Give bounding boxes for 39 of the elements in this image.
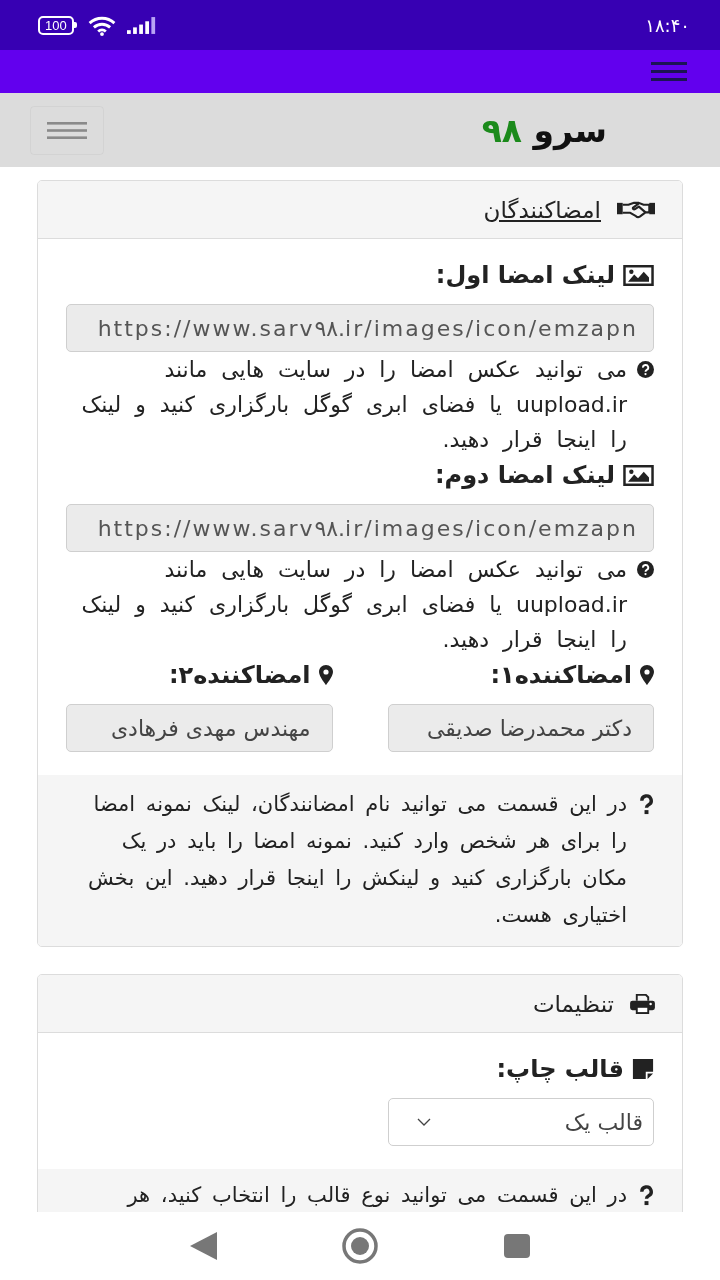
note-text: در این قسمت می توانید نوع قالب را انتخاب کنید، هر <box>125 1182 627 1209</box>
image-icon <box>623 464 654 486</box>
name-field[interactable]: دکتر محمدرضا صدیقی <box>387 704 654 752</box>
clock-time: ۱۸:۴۰ <box>645 14 690 36</box>
field-label: لینک امضا اول: <box>435 261 615 289</box>
logo-link[interactable]: سرو ۹۸ <box>481 110 607 150</box>
handshake-icon <box>617 200 655 219</box>
field-label: امضاکننده۱: <box>490 661 632 689</box>
field-label: امضاکننده۲: <box>168 661 311 689</box>
pin-icon <box>640 665 654 685</box>
pin-icon <box>318 665 333 685</box>
url-field[interactable]: https://www.sarv۹۸.ir/images/icon/emzapn <box>66 304 654 352</box>
card-title: تنظیمات <box>532 990 614 1017</box>
printer-icon <box>630 993 655 1014</box>
menu-button[interactable] <box>30 105 104 155</box>
chevron-icon <box>416 1118 431 1126</box>
wifi-icon <box>86 14 117 36</box>
back-icon[interactable] <box>189 1232 217 1260</box>
template-select[interactable]: قالب یک <box>387 1098 654 1146</box>
question-icon <box>639 794 654 815</box>
card-title-link[interactable]: امضاکنندگان <box>483 196 601 223</box>
image-icon <box>623 264 654 286</box>
help-text: می توانید عکس امضا را در سایت هایی مانند uupload.ir یا فضای ابری گوگل بارگزاری کنید و لینک را اینجا قرار دهید. <box>80 356 627 454</box>
question-circle-icon <box>637 361 654 378</box>
field-label: قالب چاپ: <box>496 1055 624 1083</box>
signal-icon <box>126 16 157 34</box>
url-field[interactable]: https://www.sarv۹۸.ir/images/icon/emzapn <box>66 504 654 552</box>
recents-icon[interactable] <box>504 1234 530 1258</box>
help-text: می توانید عکس امضا را در سایت هایی مانند uupload.ir یا فضای ابری گوگل بارگزاری کنید و لینک را اینجا قرار دهید. <box>80 556 627 654</box>
question-icon <box>639 1185 654 1206</box>
battery-indicator: 100 <box>38 15 77 35</box>
field-label: لینک امضا دوم: <box>434 461 615 489</box>
menu-icon[interactable] <box>651 62 687 81</box>
name-field[interactable]: مهندس مهدی فرهادی <box>66 704 333 752</box>
note-text: در این قسمت می توانید نام امضانندگان، لینک نمونه امضا را برای هر شخص وارد کنید. نمونه امضا را باید در یک مکان بارگزاری کنید و لینکش را اینجا قرار دهید. این بخش اختیاری هست. <box>87 791 627 929</box>
question-circle-icon <box>637 561 654 578</box>
menu-icon <box>47 121 87 139</box>
home-icon[interactable] <box>342 1228 378 1264</box>
note-icon <box>632 1058 654 1080</box>
